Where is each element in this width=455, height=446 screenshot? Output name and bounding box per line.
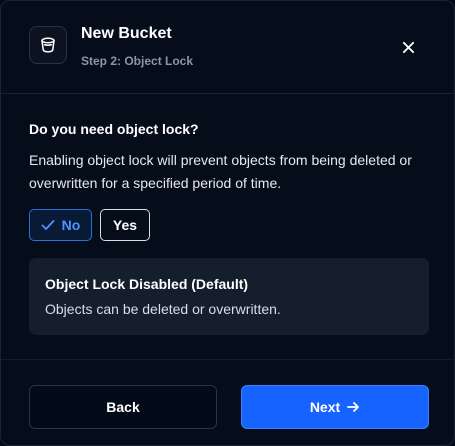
object-lock-yes-button[interactable]: Yes <box>100 209 150 241</box>
object-lock-info-box: Object Lock Disabled (Default) Objects c… <box>29 258 429 335</box>
no-option-label: No <box>61 217 81 233</box>
back-button[interactable]: Back <box>29 385 217 429</box>
new-bucket-dialog: New Bucket Step 2: Object Lock Do you ne… <box>0 0 455 446</box>
close-icon <box>402 41 414 53</box>
check-icon <box>41 218 55 232</box>
bucket-icon-badge <box>29 26 67 64</box>
object-lock-description: Enabling object lock will prevent object… <box>29 152 412 191</box>
next-button[interactable]: Next <box>241 385 429 429</box>
bucket-icon <box>41 37 55 53</box>
yes-option-label: Yes <box>112 217 138 233</box>
info-text: Objects can be deleted or overwritten. <box>45 301 281 317</box>
next-button-label: Next <box>309 399 341 415</box>
dialog-step-label: Step 2: Object Lock <box>81 54 194 68</box>
footer-divider <box>1 359 454 360</box>
info-title: Object Lock Disabled (Default) <box>45 276 249 292</box>
back-button-label: Back <box>106 399 140 415</box>
object-lock-question: Do you need object lock? <box>29 121 199 137</box>
dialog-title: New Bucket <box>81 25 172 42</box>
dialog-header: New Bucket Step 2: Object Lock <box>1 1 454 94</box>
object-lock-no-button[interactable]: No <box>29 209 92 241</box>
close-button[interactable] <box>395 34 421 60</box>
arrow-right-icon <box>346 400 360 414</box>
